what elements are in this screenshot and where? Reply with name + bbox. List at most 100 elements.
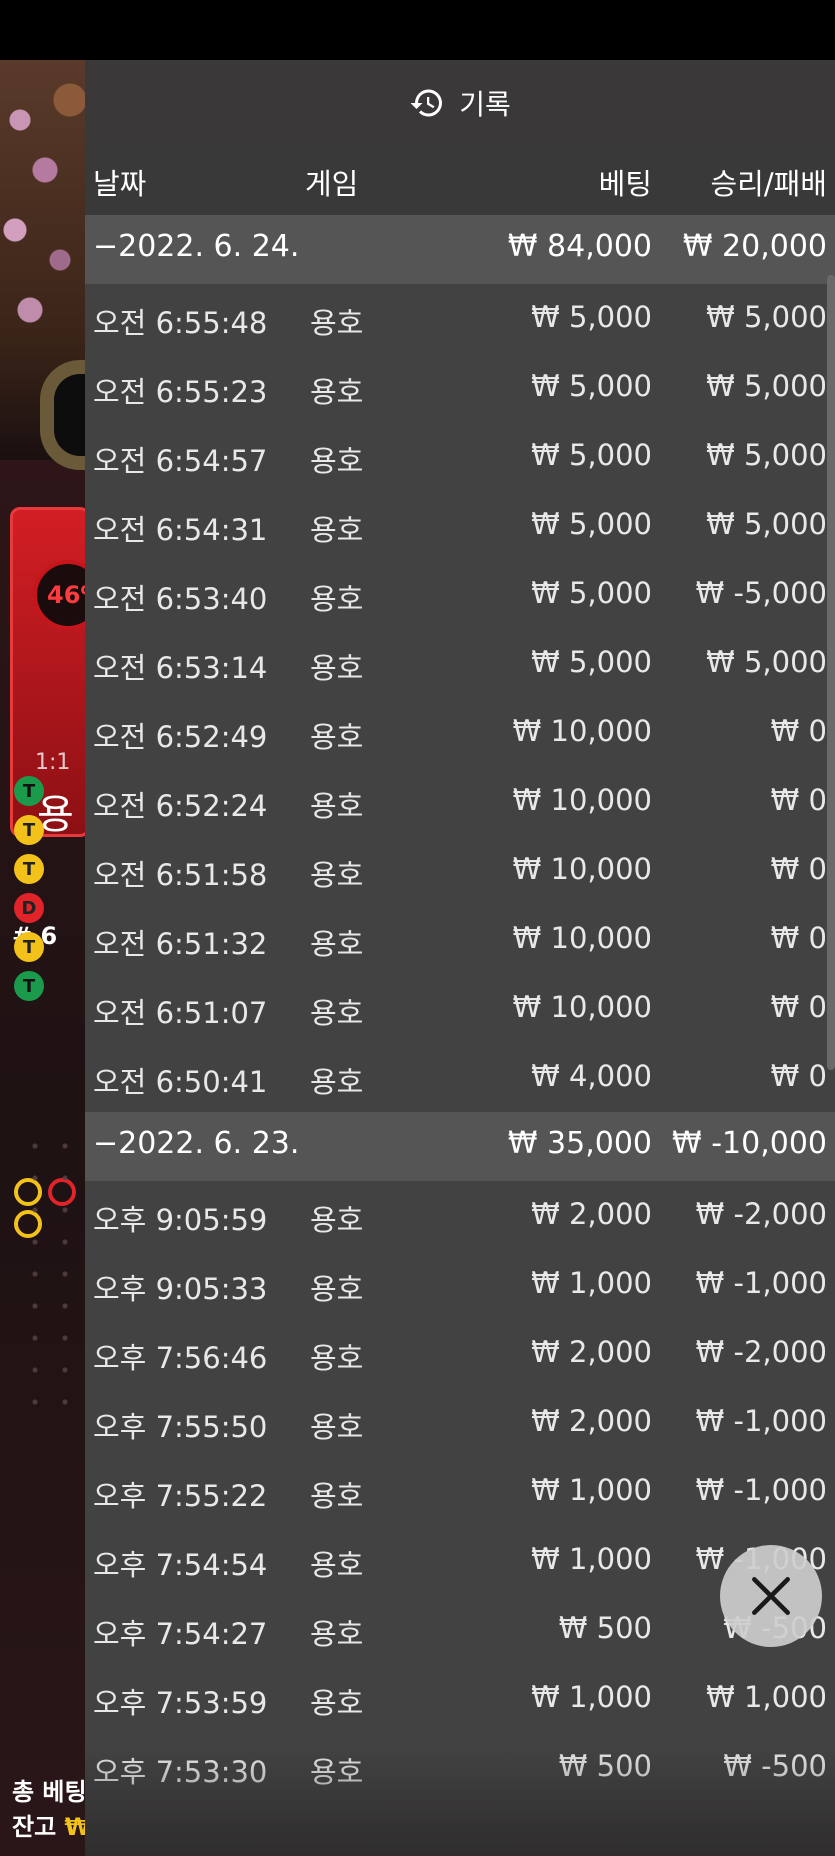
row-time: 오후 7:56:46 xyxy=(93,1341,268,1375)
row-game: 용호 xyxy=(310,927,364,961)
history-row[interactable]: 오후 7:55:22 용호 ₩ 1,000 ₩ -1,000 xyxy=(85,1457,835,1526)
row-game: 용호 xyxy=(310,996,364,1030)
history-row[interactable]: 오전 6:50:41 용호 ₩ 4,000 ₩ 0 xyxy=(85,1043,835,1112)
row-time: 오전 6:54:57 xyxy=(93,444,268,478)
row-time: 오후 7:53:59 xyxy=(93,1686,268,1720)
row-game: 용호 xyxy=(310,1686,364,1720)
row-game: 용호 xyxy=(310,858,364,892)
row-game: 용호 xyxy=(310,1617,364,1651)
history-list[interactable]: −2022. 6. 24. ₩ 84,000 ₩ 20,000 오전 6:55:48 용… xyxy=(85,215,835,1802)
row-game: 용호 xyxy=(310,789,364,823)
road-grid xyxy=(20,1130,80,1430)
row-bet: ₩ 10,000 xyxy=(512,990,652,1024)
row-bet: ₩ 10,000 xyxy=(512,921,652,955)
payout-ratio: 1:1 xyxy=(35,750,71,775)
row-time: 오후 7:54:54 xyxy=(93,1548,268,1582)
history-row[interactable]: 오전 6:54:57 용호 ₩ 5,000 ₩ 5,000 xyxy=(85,422,835,491)
group-date: −2022. 6. 23. xyxy=(93,1126,300,1161)
row-bet: ₩ 5,000 xyxy=(531,300,652,334)
row-time: 오후 9:05:59 xyxy=(93,1203,268,1237)
scrollbar[interactable] xyxy=(827,275,835,1070)
row-time: 오전 6:51:07 xyxy=(93,996,268,1030)
road-bead: T xyxy=(14,854,44,884)
row-result: ₩ -1,000 xyxy=(695,1266,827,1300)
column-header-result: 승리/패배 xyxy=(710,167,828,201)
group-date: −2022. 6. 24. xyxy=(93,229,300,264)
panel-title: 기록 xyxy=(459,87,511,121)
road-bead: T xyxy=(14,971,44,1001)
row-time: 오전 6:53:40 xyxy=(93,582,268,616)
column-header-bet: 베팅 xyxy=(598,167,652,201)
history-row[interactable]: 오전 6:52:24 용호 ₩ 10,000 ₩ 0 xyxy=(85,767,835,836)
row-time: 오전 6:55:23 xyxy=(93,375,268,409)
history-row[interactable]: 오전 6:53:14 용호 ₩ 5,000 ₩ 5,000 xyxy=(85,629,835,698)
row-time: 오후 7:54:27 xyxy=(93,1617,268,1651)
row-game: 용호 xyxy=(310,651,364,685)
row-bet: ₩ 1,000 xyxy=(531,1266,652,1300)
close-icon xyxy=(752,1577,790,1615)
history-row[interactable]: 오전 6:51:32 용호 ₩ 10,000 ₩ 0 xyxy=(85,905,835,974)
row-result: ₩ -2,000 xyxy=(695,1197,827,1231)
row-result: ₩ 0 xyxy=(770,783,827,817)
history-row[interactable]: 오후 9:05:59 용호 ₩ 2,000 ₩ -2,000 xyxy=(85,1181,835,1250)
history-row[interactable]: 오전 6:54:31 용호 ₩ 5,000 ₩ 5,000 xyxy=(85,491,835,560)
history-row[interactable]: 오전 6:51:58 용호 ₩ 10,000 ₩ 0 xyxy=(85,836,835,905)
history-row[interactable]: 오후 7:53:59 용호 ₩ 1,000 ₩ 1,000 xyxy=(85,1664,835,1733)
column-headers: 날짜 게임 베팅 승리/패배 xyxy=(85,145,835,215)
panel-header: 기록 xyxy=(85,60,835,145)
row-time: 오전 6:52:24 xyxy=(93,789,268,823)
road-bead: T xyxy=(14,932,44,962)
history-row[interactable]: 오전 6:53:40 용호 ₩ 5,000 ₩ -5,000 xyxy=(85,560,835,629)
row-bet: ₩ 500 xyxy=(558,1749,652,1783)
row-game: 용호 xyxy=(310,720,364,754)
row-time: 오후 7:55:50 xyxy=(93,1410,268,1444)
history-row[interactable]: 오전 6:51:07 용호 ₩ 10,000 ₩ 0 xyxy=(85,974,835,1043)
row-bet: ₩ 5,000 xyxy=(531,507,652,541)
history-row[interactable]: 오후 7:53:30 용호 ₩ 500 ₩ -500 xyxy=(85,1733,835,1802)
row-result: ₩ 0 xyxy=(770,714,827,748)
row-bet: ₩ 2,000 xyxy=(531,1335,652,1369)
close-button[interactable] xyxy=(720,1545,822,1647)
row-bet: ₩ 10,000 xyxy=(512,783,652,817)
row-result: ₩ -5,000 xyxy=(695,576,827,610)
row-result: ₩ 5,000 xyxy=(706,369,827,403)
row-game: 용호 xyxy=(310,1755,364,1789)
group-total-bet: ₩ 35,000 xyxy=(507,1126,652,1161)
row-result: ₩ -500 xyxy=(723,1749,827,1783)
row-game: 용호 xyxy=(310,444,364,478)
row-bet: ₩ 2,000 xyxy=(531,1404,652,1438)
history-row[interactable]: 오전 6:55:23 용호 ₩ 5,000 ₩ 5,000 xyxy=(85,353,835,422)
row-time: 오후 7:53:30 xyxy=(93,1755,268,1789)
column-header-game: 게임 xyxy=(305,167,359,201)
row-result: ₩ 5,000 xyxy=(706,438,827,472)
total-bet-label: 총 베팅 xyxy=(12,1778,87,1806)
road-bead: D xyxy=(14,893,44,923)
row-game: 용호 xyxy=(310,513,364,547)
row-game: 용호 xyxy=(310,1203,364,1237)
history-row[interactable]: 오전 6:52:49 용호 ₩ 10,000 ₩ 0 xyxy=(85,698,835,767)
row-bet: ₩ 5,000 xyxy=(531,438,652,472)
group-total-result: ₩ 20,000 xyxy=(682,229,827,264)
road-bead: T xyxy=(14,815,44,845)
history-row[interactable]: 오후 7:55:50 용호 ₩ 2,000 ₩ -1,000 xyxy=(85,1388,835,1457)
row-time: 오전 6:51:58 xyxy=(93,858,268,892)
row-time: 오후 9:05:33 xyxy=(93,1272,268,1306)
row-bet: ₩ 2,000 xyxy=(531,1197,652,1231)
row-time: 오후 7:55:22 xyxy=(93,1479,268,1513)
row-bet: ₩ 4,000 xyxy=(531,1059,652,1093)
row-bet: ₩ 5,000 xyxy=(531,369,652,403)
row-result: ₩ 0 xyxy=(770,921,827,955)
row-game: 용호 xyxy=(310,1272,364,1306)
group-total-result: ₩ -10,000 xyxy=(672,1126,827,1161)
row-result: ₩ -2,000 xyxy=(695,1335,827,1369)
row-time: 오전 6:54:31 xyxy=(93,513,268,547)
row-result: ₩ 1,000 xyxy=(706,1680,827,1714)
date-group-header[interactable]: −2022. 6. 24. ₩ 84,000 ₩ 20,000 xyxy=(85,215,835,284)
balance-label: 잔고 xyxy=(12,1813,57,1841)
history-row[interactable]: 오전 6:55:48 용호 ₩ 5,000 ₩ 5,000 xyxy=(85,284,835,353)
history-row[interactable]: 오후 9:05:33 용호 ₩ 1,000 ₩ -1,000 xyxy=(85,1250,835,1319)
history-row[interactable]: 오후 7:56:46 용호 ₩ 2,000 ₩ -2,000 xyxy=(85,1319,835,1388)
row-bet: ₩ 1,000 xyxy=(531,1473,652,1507)
date-group-header[interactable]: −2022. 6. 23. ₩ 35,000 ₩ -10,000 xyxy=(85,1112,835,1181)
row-game: 용호 xyxy=(310,375,364,409)
